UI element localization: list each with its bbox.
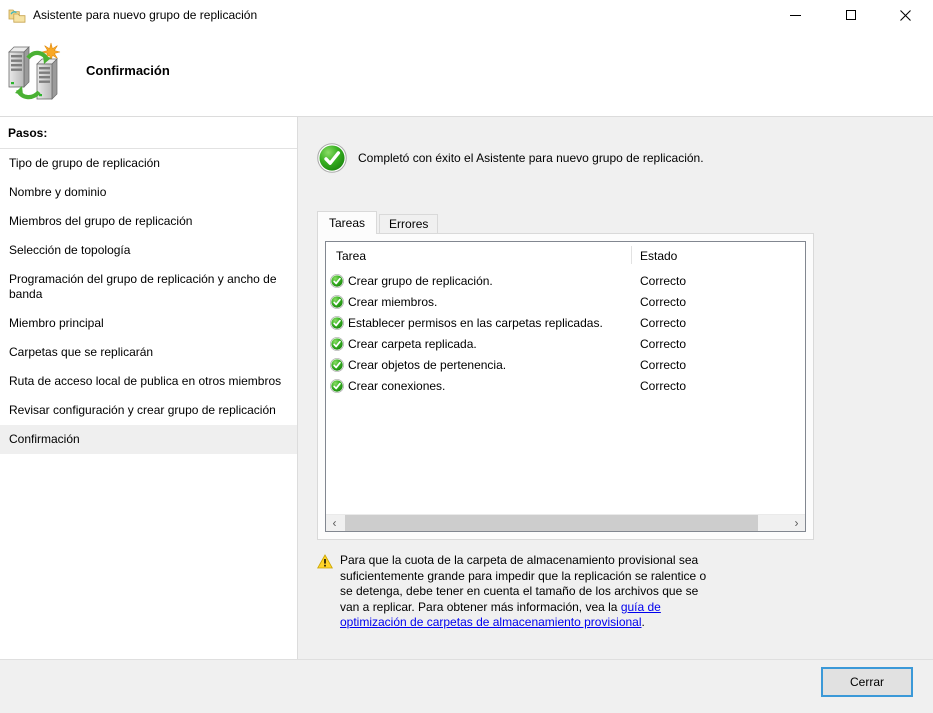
column-divider	[631, 246, 632, 264]
table-row[interactable]: Crear grupo de replicación. Correcto	[326, 270, 805, 291]
sidebar-step-item: Revisar configuración y crear grupo de r…	[0, 396, 297, 425]
minimize-icon	[790, 15, 801, 16]
task-label: Crear miembros.	[348, 295, 437, 309]
success-message: Completó con éxito el Asistente para nue…	[358, 151, 704, 165]
task-status: Correcto	[631, 295, 686, 309]
sidebar-step-item: Carpetas que se replicarán	[0, 338, 297, 367]
warning-text-after-link: .	[642, 615, 645, 629]
task-status: Correcto	[631, 274, 686, 288]
page-title: Confirmación	[86, 63, 170, 78]
wizard-body: Pasos: Tipo de grupo de replicación Nomb…	[0, 117, 933, 659]
success-check-icon	[330, 274, 344, 288]
step-label: Carpetas que se replicarán	[9, 345, 153, 359]
success-check-icon	[330, 316, 344, 330]
step-label: Confirmación	[9, 432, 80, 446]
task-label: Crear objetos de pertenencia.	[348, 358, 506, 372]
sidebar-step-item: Confirmación	[0, 425, 297, 454]
task-list-header: Tarea Estado	[326, 242, 805, 270]
task-listview: Tarea Estado Crear grupo de replicación.…	[325, 241, 806, 532]
table-row[interactable]: Crear miembros. Correcto	[326, 291, 805, 312]
scroll-right-button[interactable]: ›	[788, 515, 805, 532]
success-icon	[317, 143, 347, 173]
wizard-window: Asistente para nuevo grupo de replicació…	[0, 0, 933, 713]
step-label: Miembros del grupo de replicación	[9, 214, 192, 228]
column-header-estado[interactable]: Estado	[631, 249, 677, 263]
steps-list: Tipo de grupo de replicación Nombre y do…	[0, 149, 297, 454]
table-row[interactable]: Crear conexiones. Correcto	[326, 375, 805, 396]
tab-page-tareas: Tarea Estado Crear grupo de replicación.…	[317, 233, 814, 540]
step-label: Tipo de grupo de replicación	[9, 156, 160, 170]
sidebar-step-item: Selección de topología	[0, 236, 297, 265]
table-row[interactable]: Crear objetos de pertenencia. Correcto	[326, 354, 805, 375]
task-list-body: Crear grupo de replicación. Correcto Cre…	[326, 270, 805, 396]
staging-quota-warning: Para que la cuota de la carpeta de almac…	[317, 553, 718, 631]
replication-folders-icon	[8, 7, 26, 23]
column-header-tarea[interactable]: Tarea	[326, 249, 631, 263]
results-tab-control: TareasErrores Tarea Estado	[317, 210, 814, 540]
table-row[interactable]: Crear carpeta replicada. Correcto	[326, 333, 805, 354]
success-banner: Completó con éxito el Asistente para nue…	[317, 143, 704, 173]
task-status: Correcto	[631, 337, 686, 351]
sidebar-step-item: Miembros del grupo de replicación	[0, 207, 297, 236]
sidebar-step-item: Ruta de acceso local de publica en otros…	[0, 367, 297, 396]
task-label: Crear conexiones.	[348, 379, 445, 393]
wizard-header: Confirmación	[0, 30, 933, 117]
minimize-button[interactable]	[768, 0, 823, 30]
success-check-icon	[330, 295, 344, 309]
task-status: Correcto	[631, 358, 686, 372]
maximize-icon	[846, 10, 856, 20]
task-status: Correcto	[631, 316, 686, 330]
success-check-icon	[330, 379, 344, 393]
window-controls	[768, 0, 933, 30]
step-label: Nombre y dominio	[9, 185, 106, 199]
sidebar-step-item: Miembro principal	[0, 309, 297, 338]
replication-servers-new-icon	[6, 42, 62, 104]
sidebar-step-item: Tipo de grupo de replicación	[0, 149, 297, 178]
horizontal-scrollbar[interactable]: ‹ ›	[326, 514, 805, 531]
scrollbar-thumb[interactable]	[345, 515, 758, 532]
close-button[interactable]	[878, 0, 933, 30]
close-icon	[900, 10, 911, 21]
success-check-icon	[330, 358, 344, 372]
title-bar: Asistente para nuevo grupo de replicació…	[0, 0, 933, 30]
main-pane: Completó con éxito el Asistente para nue…	[298, 117, 933, 659]
warning-text: Para que la cuota de la carpeta de almac…	[340, 553, 718, 631]
task-label: Crear grupo de replicación.	[348, 274, 493, 288]
sidebar-step-item: Nombre y dominio	[0, 178, 297, 207]
step-label: Programación del grupo de replicación y …	[9, 272, 277, 301]
warning-icon	[317, 554, 333, 631]
tab-tareas[interactable]: Tareas	[317, 211, 377, 234]
sidebar-step-item: Programación del grupo de replicación y …	[0, 265, 297, 309]
button-bar: Cerrar	[0, 659, 933, 713]
success-check-icon	[330, 337, 344, 351]
cerrar-button[interactable]: Cerrar	[821, 667, 913, 697]
tab-errores[interactable]: Errores	[379, 214, 438, 233]
step-label: Ruta de acceso local de publica en otros…	[9, 374, 281, 388]
steps-heading: Pasos:	[0, 117, 297, 149]
task-status: Correcto	[631, 379, 686, 393]
step-label: Miembro principal	[9, 316, 104, 330]
maximize-button[interactable]	[823, 0, 878, 30]
step-label: Selección de topología	[9, 243, 130, 257]
task-label: Establecer permisos en las carpetas repl…	[348, 316, 603, 330]
steps-sidebar: Pasos: Tipo de grupo de replicación Nomb…	[0, 117, 298, 659]
step-label: Revisar configuración y crear grupo de r…	[9, 403, 276, 417]
tab-strip: TareasErrores	[317, 210, 814, 233]
window-title: Asistente para nuevo grupo de replicació…	[33, 8, 768, 22]
table-row[interactable]: Establecer permisos en las carpetas repl…	[326, 312, 805, 333]
scroll-left-button[interactable]: ‹	[326, 515, 343, 532]
task-label: Crear carpeta replicada.	[348, 337, 477, 351]
